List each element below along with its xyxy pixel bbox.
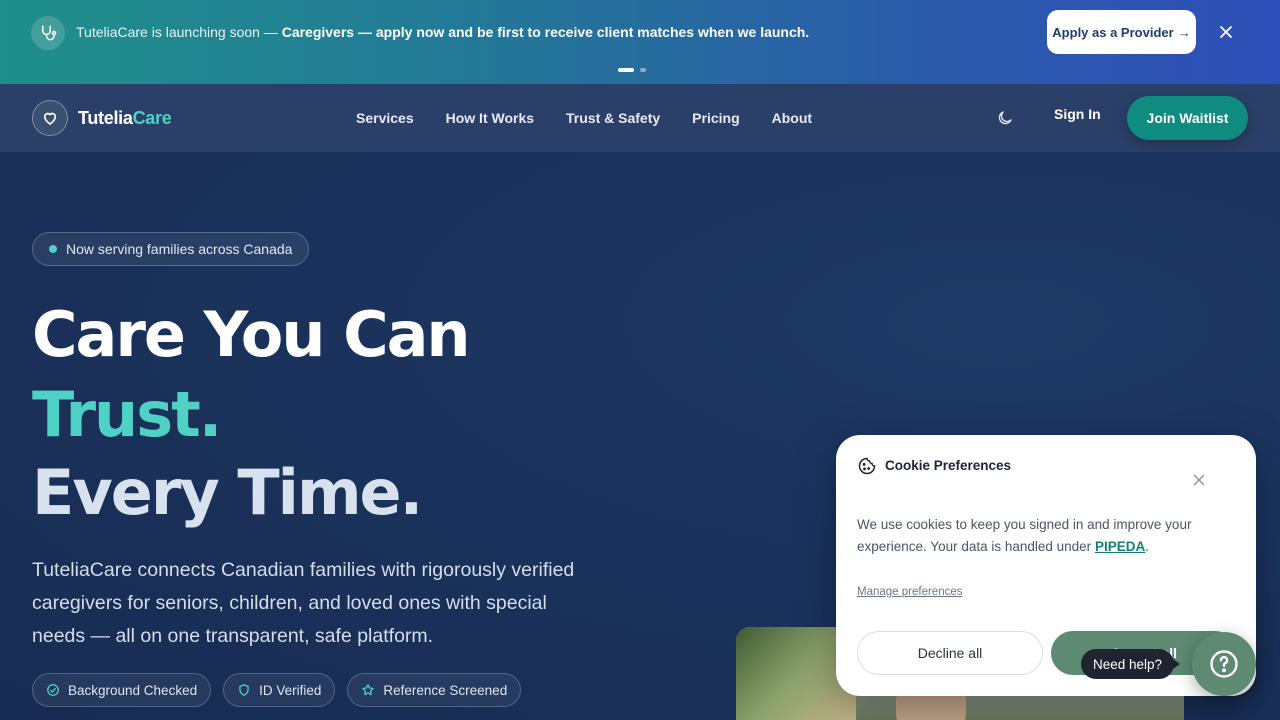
slide-indicator <box>618 68 646 72</box>
announcement-highlight: Caregivers — apply now and be first to r… <box>281 24 810 40</box>
badge-reference-screened: Reference Screened <box>347 673 522 707</box>
cookie-title: Cookie Preferences <box>885 458 1012 473</box>
announcement-bar: TuteliaCare is launching soon — Caregive… <box>0 0 1280 84</box>
star-icon <box>362 684 375 696</box>
trust-badges: Background Checked ID Verified Reference… <box>32 673 522 707</box>
apply-provider-button[interactable]: Apply as a Provider → <box>1047 10 1196 54</box>
nav-links: Services How It Works Trust & Safety Pri… <box>356 110 844 126</box>
headline-line-1: Care You Can <box>32 298 471 371</box>
join-waitlist-button[interactable]: Join Waitlist <box>1127 96 1248 140</box>
help-button[interactable] <box>1192 632 1256 696</box>
headline-line-3: Every Time. <box>32 456 423 529</box>
moon-icon[interactable] <box>996 109 1016 129</box>
nav-link-about[interactable]: About <box>772 110 812 126</box>
arrow-right-icon: → <box>1177 24 1191 40</box>
stethoscope-icon <box>31 16 65 50</box>
decline-all-button[interactable]: Decline all <box>857 631 1043 675</box>
badge-label: ID Verified <box>259 682 322 698</box>
cookie-text-after: . <box>1145 539 1149 554</box>
check-circle-icon <box>47 684 59 696</box>
pipeda-link[interactable]: PIPEDA <box>1095 539 1145 554</box>
hero-description: TuteliaCare connects Canadian families w… <box>32 559 575 647</box>
brand-name-primary: Tutelia <box>78 108 133 128</box>
badge-background-checked: Background Checked <box>32 673 212 707</box>
sign-in-link[interactable]: Sign In <box>1054 106 1101 122</box>
announcement-prefix: TuteliaCare is launching soon — <box>76 24 282 40</box>
cookie-description: We use cookies to keep you signed in and… <box>857 514 1217 558</box>
badge-label: Reference Screened <box>383 682 508 698</box>
brand-logo[interactable]: TuteliaCare <box>78 108 172 129</box>
manage-preferences-link[interactable]: Manage preferences <box>857 586 962 598</box>
brand-name-secondary: Care <box>132 108 172 128</box>
nav-link-trust-safety[interactable]: Trust & Safety <box>566 110 660 126</box>
serving-pill: Now serving families across Canada <box>32 232 310 266</box>
nav-link-pricing[interactable]: Pricing <box>692 110 739 126</box>
serving-pill-text: Now serving families across Canada <box>66 241 293 257</box>
announcement-text: TuteliaCare is launching soon — Caregive… <box>76 24 809 40</box>
badge-id-verified: ID Verified <box>223 673 336 707</box>
cookie-icon <box>857 456 877 476</box>
close-icon[interactable] <box>1216 22 1236 42</box>
nav-link-services[interactable]: Services <box>356 110 414 126</box>
shield-icon <box>239 684 249 696</box>
badge-label: Background Checked <box>68 682 198 698</box>
slide-dot-active[interactable] <box>618 68 634 72</box>
apply-provider-label: Apply as a Provider <box>1052 24 1174 40</box>
question-icon <box>1210 650 1238 678</box>
help-tooltip: Need help? <box>1081 649 1181 679</box>
status-dot-icon <box>49 245 57 253</box>
close-icon[interactable] <box>1190 471 1208 489</box>
heart-logo-icon[interactable] <box>32 100 68 136</box>
nav-link-how-it-works[interactable]: How It Works <box>446 110 534 126</box>
slide-dot[interactable] <box>640 68 646 72</box>
headline-line-2: Trust. <box>32 378 222 451</box>
